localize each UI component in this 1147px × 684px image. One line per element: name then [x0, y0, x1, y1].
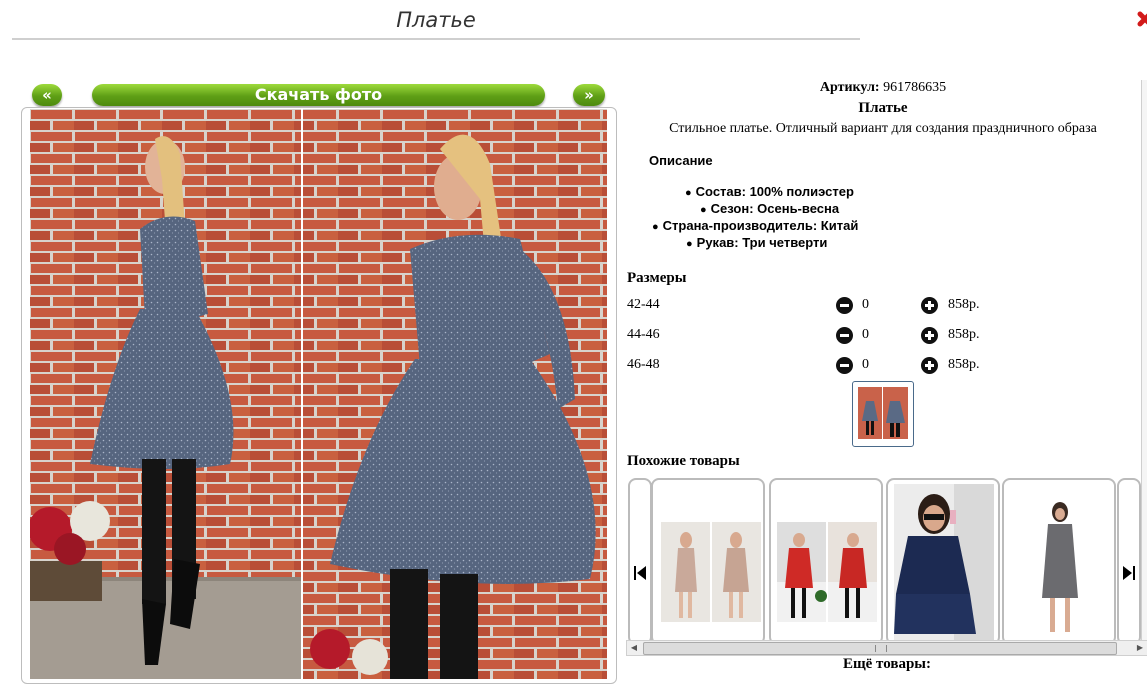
next-photo-button[interactable]: » [573, 84, 605, 106]
increase-quantity-button[interactable] [921, 297, 938, 314]
more-products-heading: Ещё товары: [842, 656, 932, 672]
article-number: Артикул: 961786635 [623, 80, 1143, 96]
horizontal-scrollbar[interactable]: ◀ ▶ [626, 640, 1147, 656]
quantity-value: 0 [862, 327, 869, 342]
grip-icon [875, 645, 887, 652]
decrease-quantity-button[interactable] [836, 297, 853, 314]
article-label: Артикул: [819, 80, 880, 95]
decrease-quantity-button[interactable] [836, 327, 853, 344]
product-photo [30, 109, 607, 679]
size-label: 44-46 [627, 327, 660, 342]
size-price: 858р. [948, 357, 980, 372]
previous-photo-button[interactable]: « [32, 84, 62, 106]
decrease-quantity-button[interactable] [836, 357, 853, 374]
size-row: 46-48 0 858р. [627, 357, 1127, 377]
size-row: 44-46 0 858р. [627, 327, 1127, 347]
download-photo-button[interactable]: Скачать фото [92, 84, 545, 106]
carousel-prev-button[interactable] [628, 478, 652, 645]
page-title: Платье [12, 8, 860, 40]
similar-product-card[interactable] [769, 478, 883, 645]
similar-product-card[interactable] [651, 478, 765, 645]
article-value: 961786635 [883, 80, 947, 95]
spec-item: ● Состав: 100% полиэстер [685, 184, 854, 199]
increase-quantity-button[interactable] [921, 357, 938, 374]
scroll-right-icon[interactable]: ▶ [1133, 641, 1147, 655]
quantity-value: 0 [862, 297, 869, 312]
size-label: 42-44 [627, 297, 660, 312]
scrollbar-thumb[interactable] [643, 642, 1117, 655]
sizes-heading: Размеры [627, 270, 687, 286]
spec-item: ● Рукав: Три четверти [686, 235, 828, 250]
size-label: 46-48 [627, 357, 660, 372]
similar-products-heading: Похожие товары [627, 453, 740, 469]
skip-forward-icon [1123, 566, 1135, 583]
increase-quantity-button[interactable] [921, 327, 938, 344]
spec-item: ● Сезон: Осень-весна [700, 201, 840, 216]
size-price: 858р. [948, 327, 980, 342]
vertical-scrollbar[interactable] [1141, 80, 1147, 640]
spec-item: ● Страна-производитель: Китай [652, 218, 859, 233]
scroll-left-icon[interactable]: ◀ [627, 641, 641, 655]
description-heading: Описание [649, 153, 713, 168]
bullet-icon: ● [700, 204, 707, 216]
photo-thumbnail[interactable] [852, 381, 914, 447]
short-description: Стильное платье. Отличный вариант для со… [669, 121, 1097, 136]
bullet-icon: ● [686, 238, 693, 250]
quantity-value: 0 [862, 357, 869, 372]
carousel-next-button[interactable] [1117, 478, 1141, 645]
similar-product-card[interactable] [886, 478, 1000, 645]
bullet-icon: ● [652, 221, 659, 233]
close-icon[interactable] [1136, 8, 1147, 38]
product-name: Платье [858, 100, 908, 116]
skip-back-icon [634, 566, 646, 583]
size-row: 42-44 0 858р. [627, 297, 1127, 317]
similar-product-card[interactable] [1002, 478, 1116, 645]
bullet-icon: ● [685, 187, 692, 199]
size-price: 858р. [948, 297, 980, 312]
